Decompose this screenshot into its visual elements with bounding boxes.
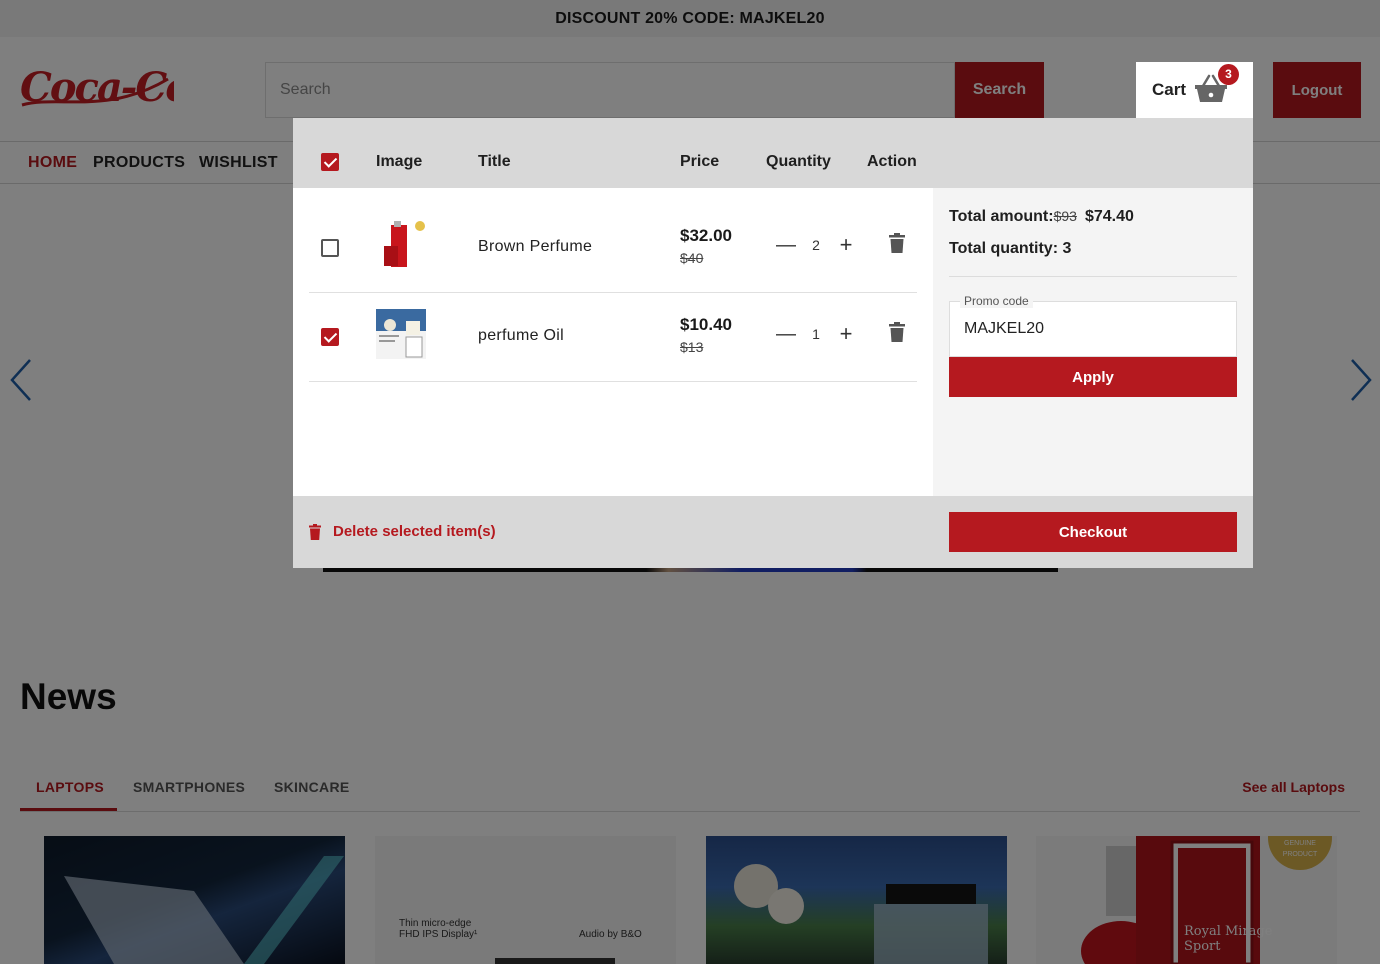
item-title: Brown Perfume [478,238,593,255]
cart-row: Brown Perfume $32.00 $40 — 2 + [309,204,917,293]
cart-modal: Image Title Price Quantity Action Brown … [293,118,1253,568]
item-price: $32.00 [680,226,732,245]
header-action: Action [867,153,917,170]
decrease-quantity-button[interactable]: — [776,234,796,256]
delete-selected-button[interactable]: Delete selected item(s) [309,523,496,540]
header-price: Price [680,153,720,170]
total-quantity: Total quantity: 3 [949,240,1072,257]
item-old-price: $40 [680,250,704,266]
checkout-button[interactable]: Checkout [949,512,1237,552]
quantity-value: 2 [812,237,820,253]
decrease-quantity-button[interactable]: — [776,323,796,345]
trash-icon[interactable] [889,233,905,253]
row-checkbox[interactable] [321,328,339,346]
promo-code-field[interactable]: Promo code MAJKEL20 [949,294,1237,357]
promo-code-label: Promo code [960,294,1033,308]
header-quantity: Quantity [766,153,831,170]
apply-promo-button[interactable]: Apply [949,357,1237,397]
total-amount-value: $74.40 [1084,208,1134,225]
delete-selected-label: Delete selected item(s) [333,523,496,540]
perfume-oil-box-icon[interactable] [376,309,426,359]
item-title: perfume Oil [478,327,564,344]
perfume-bottle-icon[interactable] [376,220,426,270]
increase-quantity-button[interactable]: + [837,234,855,256]
order-summary-panel: Total amount:$93 $74.40 Total quantity: 3… [933,188,1253,496]
cart-modal-footer: Delete selected item(s) Checkout [293,496,1253,568]
summary-divider [949,276,1237,277]
cart-label: Cart [1152,80,1187,99]
total-amount-label: Total amount: [949,208,1054,225]
cart-button[interactable]: Cart 3 [1136,62,1253,118]
row-checkbox[interactable] [321,239,339,257]
trash-icon [309,523,321,540]
select-all-checkbox[interactable] [321,153,339,171]
cart-count-badge: 3 [1218,64,1239,85]
promo-code-value: MAJKEL20 [964,320,1045,337]
trash-icon[interactable] [889,322,905,342]
header-image: Image [376,153,423,170]
increase-quantity-button[interactable]: + [837,323,855,345]
quantity-value: 1 [812,326,820,342]
header-title: Title [478,153,511,170]
item-old-price: $13 [680,339,704,355]
total-amount-old: $93 [1053,208,1077,224]
cart-row: perfume Oil $10.40 $13 — 1 + [309,293,917,382]
cart-table-header: Image Title Price Quantity Action [293,118,1253,188]
item-price: $10.40 [680,315,732,334]
total-amount: Total amount:$93 $74.40 [949,208,1134,226]
